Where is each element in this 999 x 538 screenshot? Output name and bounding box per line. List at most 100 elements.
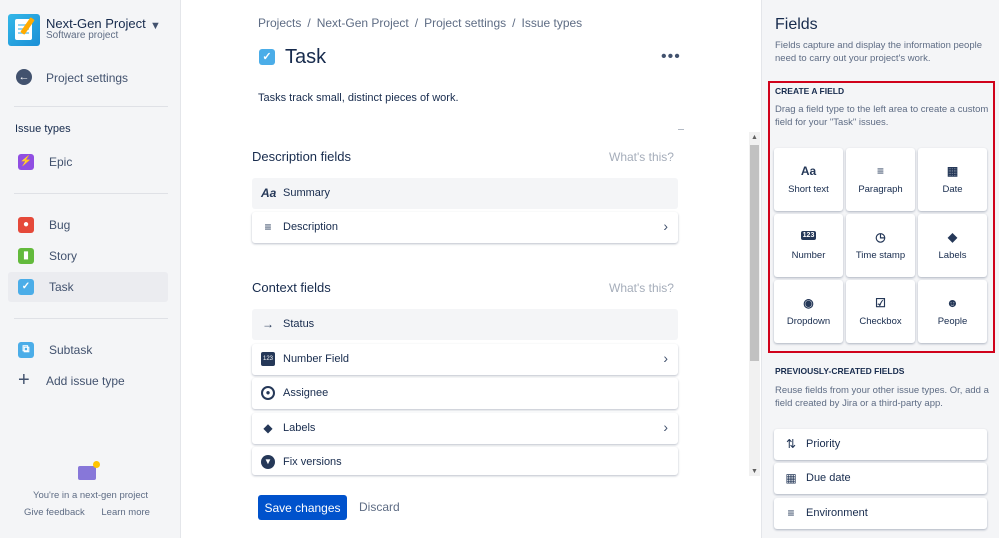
field-type-labels[interactable]: ◆ Labels bbox=[918, 214, 987, 277]
field-type-label: Checkbox bbox=[859, 316, 902, 327]
next-gen-icon bbox=[78, 461, 100, 480]
prev-field-label: Due date bbox=[806, 472, 851, 484]
plus-icon: + bbox=[18, 369, 30, 391]
chevron-down-icon[interactable]: ▼ bbox=[150, 20, 161, 32]
prev-field-priority[interactable]: ⇅ Priority bbox=[774, 429, 987, 460]
scroll-thumb[interactable] bbox=[750, 145, 759, 361]
task-icon: ✓ bbox=[259, 49, 275, 65]
give-feedback-link[interactable]: Give feedback bbox=[24, 507, 85, 518]
drag-handle bbox=[678, 129, 684, 130]
number-icon: 123 bbox=[261, 352, 275, 366]
scroll-down-icon[interactable]: ▼ bbox=[751, 468, 758, 475]
calendar-icon: ▦ bbox=[785, 471, 797, 485]
chevron-right-icon[interactable]: › bbox=[663, 419, 668, 435]
issue-type-description[interactable]: Tasks track small, distinct pieces of wo… bbox=[258, 92, 459, 104]
previous-fields-subtitle: Reuse fields from your other issue types… bbox=[775, 385, 989, 409]
learn-more-link[interactable]: Learn more bbox=[101, 507, 150, 518]
context-fields-heading: Context fields bbox=[252, 280, 331, 295]
field-row-fix-versions[interactable]: ▼ Fix versions bbox=[252, 447, 678, 475]
chevron-right-icon[interactable]: › bbox=[663, 350, 668, 366]
sidebar-item-epic[interactable]: ⚡ Epic bbox=[8, 147, 168, 177]
field-type-label: People bbox=[937, 316, 968, 327]
field-type-label: Time stamp bbox=[855, 250, 906, 261]
arrow-left-icon: ← bbox=[16, 69, 32, 85]
sidebar-item-label: Subtask bbox=[49, 343, 93, 357]
breadcrumb-project-settings[interactable]: Project settings bbox=[424, 16, 506, 30]
field-row-assignee[interactable]: ● Assignee bbox=[252, 378, 678, 409]
person-icon: ☻ bbox=[946, 296, 959, 310]
field-row-number-field[interactable]: 123 Number Field › bbox=[252, 344, 678, 375]
page-title[interactable]: Task bbox=[285, 46, 326, 69]
field-type-label: Date bbox=[942, 184, 963, 195]
add-issue-type-button[interactable]: + Add issue type bbox=[8, 366, 168, 396]
prev-field-due-date[interactable]: ▦ Due date bbox=[774, 463, 987, 494]
field-type-short-text[interactable]: Aa Short text bbox=[774, 148, 843, 211]
next-gen-notice: You're in a next-gen project bbox=[32, 490, 148, 501]
field-row-description[interactable]: ≡ Description › bbox=[252, 212, 678, 243]
fields-panel: Fields Fields capture and display the in… bbox=[761, 0, 999, 538]
main-content: Projects / Next-Gen Project / Project settin… bbox=[181, 0, 761, 538]
project-switcher[interactable]: Next-Gen Project Software project ▼ bbox=[8, 14, 173, 48]
project-type: Software project bbox=[46, 30, 119, 41]
sidebar-item-label: Task bbox=[49, 280, 74, 294]
sidebar-item-task[interactable]: ✓ Task bbox=[8, 272, 168, 302]
field-label: Summary bbox=[283, 187, 331, 199]
dropdown-icon: ◉ bbox=[803, 296, 814, 310]
arrow-right-icon: → bbox=[262, 317, 274, 331]
paragraph-icon: ≡ bbox=[876, 164, 884, 178]
field-label: Description bbox=[283, 221, 339, 233]
field-type-label: Paragraph bbox=[858, 184, 903, 195]
number-icon: 123 bbox=[800, 231, 817, 240]
chevron-right-icon[interactable]: › bbox=[663, 218, 668, 234]
field-type-number[interactable]: 123 Number bbox=[774, 214, 843, 277]
save-changes-button[interactable]: Save changes bbox=[258, 495, 347, 520]
field-type-people[interactable]: ☻ People bbox=[918, 280, 987, 343]
add-issue-type-label: Add issue type bbox=[46, 374, 125, 388]
story-icon: ▮ bbox=[18, 248, 34, 264]
field-type-label: Short text bbox=[788, 184, 829, 195]
scrollbar[interactable]: ▲ ▼ bbox=[749, 132, 760, 476]
subtask-icon: ⧉ bbox=[18, 342, 34, 358]
sidebar-item-story[interactable]: ▮ Story bbox=[8, 241, 168, 271]
epic-icon: ⚡ bbox=[18, 154, 34, 170]
field-type-checkbox[interactable]: ☑ Checkbox bbox=[846, 280, 915, 343]
project-name: Next-Gen Project bbox=[46, 16, 146, 31]
field-row-summary[interactable]: Aa Summary bbox=[252, 178, 678, 209]
scroll-up-icon[interactable]: ▲ bbox=[751, 134, 758, 141]
paragraph-icon: ≡ bbox=[787, 506, 795, 520]
fields-panel-subtitle: Fields capture and display the informati… bbox=[775, 40, 983, 64]
field-type-dropdown[interactable]: ◉ Dropdown bbox=[774, 280, 843, 343]
checkbox-icon: ☑ bbox=[875, 296, 886, 310]
description-fields-heading: Description fields bbox=[252, 149, 351, 164]
previous-fields-heading: PREVIOUSLY-CREATED FIELDS bbox=[775, 366, 905, 376]
sidebar-item-bug[interactable]: ● Bug bbox=[8, 210, 168, 240]
discard-button[interactable]: Discard bbox=[359, 500, 400, 514]
sidebar-item-subtask[interactable]: ⧉ Subtask bbox=[8, 335, 168, 365]
prev-field-environment[interactable]: ≡ Environment bbox=[774, 498, 987, 529]
sidebar-item-label: Story bbox=[49, 249, 78, 263]
field-label: Status bbox=[283, 318, 315, 330]
field-type-label: Labels bbox=[938, 250, 967, 261]
task-icon: ✓ bbox=[18, 279, 34, 295]
whats-this-link[interactable]: What's this? bbox=[609, 281, 674, 295]
field-type-time-stamp[interactable]: ◷ Time stamp bbox=[846, 214, 915, 277]
breadcrumb-issue-types[interactable]: Issue types bbox=[521, 16, 582, 30]
more-options-icon[interactable]: ••• bbox=[661, 48, 681, 66]
field-label: Number Field bbox=[283, 353, 350, 365]
bug-icon: ● bbox=[18, 217, 34, 233]
field-type-date[interactable]: ▦ Date bbox=[918, 148, 987, 211]
breadcrumb: Projects / Next-Gen Project / Project settin… bbox=[258, 16, 583, 30]
field-type-paragraph[interactable]: ≡ Paragraph bbox=[846, 148, 915, 211]
whats-this-link[interactable]: What's this? bbox=[609, 150, 674, 164]
footer-links: Give feedback Learn more bbox=[24, 507, 150, 518]
text-format-icon: Aa bbox=[800, 164, 817, 178]
field-row-labels[interactable]: ◆ Labels › bbox=[252, 413, 678, 444]
back-to-project-settings[interactable]: ← Project settings bbox=[16, 69, 171, 87]
breadcrumb-projects[interactable]: Projects bbox=[258, 16, 301, 30]
field-row-status[interactable]: → Status bbox=[252, 309, 678, 340]
paragraph-icon: ≡ bbox=[264, 220, 272, 234]
breadcrumb-project[interactable]: Next-Gen Project bbox=[317, 16, 409, 30]
text-format-icon: Aa bbox=[261, 186, 277, 200]
divider bbox=[14, 106, 168, 107]
issue-types-heading: Issue types bbox=[15, 123, 71, 135]
